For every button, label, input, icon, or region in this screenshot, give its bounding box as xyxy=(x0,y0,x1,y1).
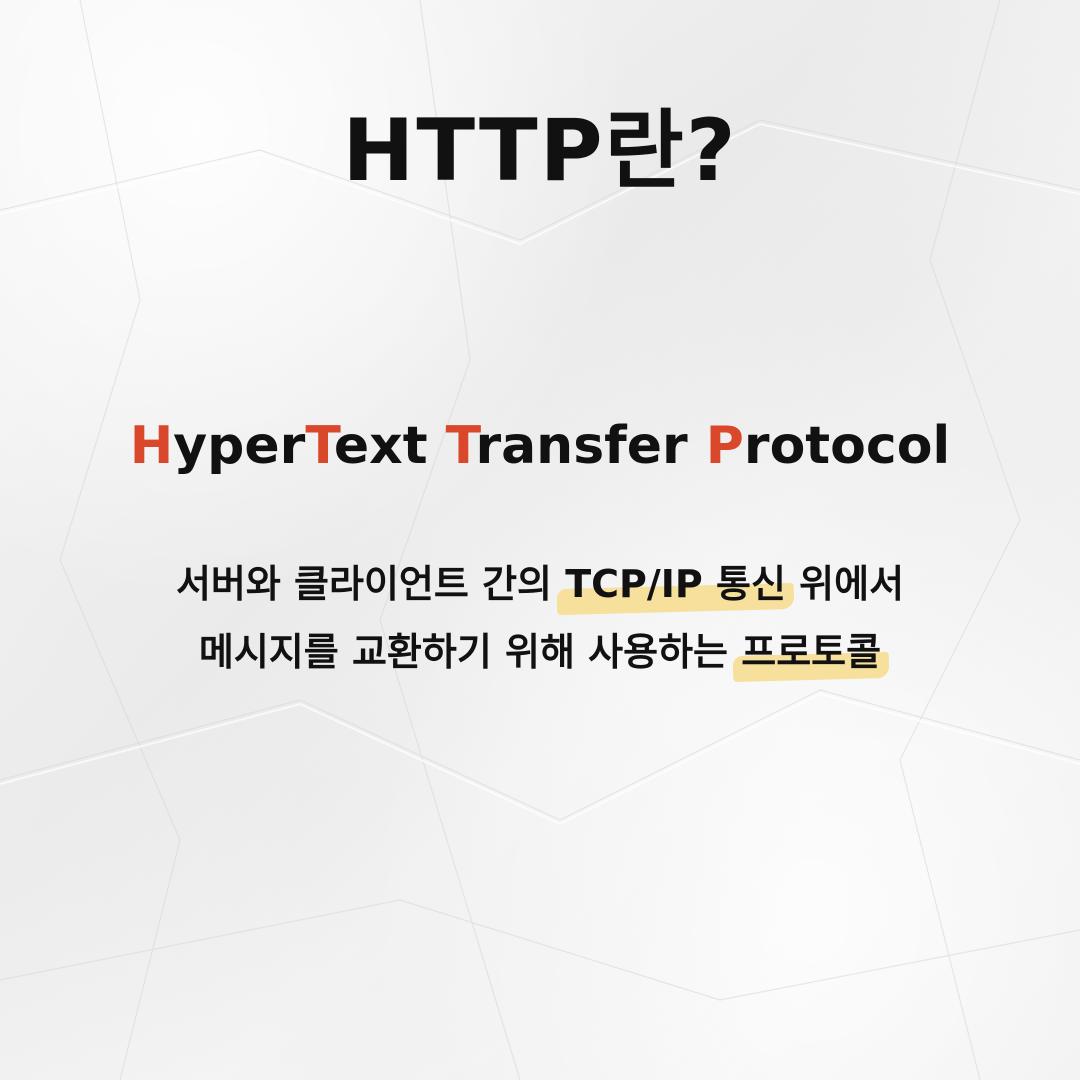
acronym-initial-p: P xyxy=(705,416,744,476)
acronym-rest-rotocol: rotocol xyxy=(743,416,951,476)
acronym-initial-h: H xyxy=(129,416,174,476)
acronym-rest-ransfer: ransfer xyxy=(475,416,688,476)
highlight-tcp-ip: TCP/IP 통신 xyxy=(565,562,786,606)
acronym-rest-hyper: yper xyxy=(173,416,306,476)
acronym-word-hypertext: Hyper xyxy=(130,416,306,476)
description-line-1: 서버와 클라이언트 간의 TCP/IP 통신 위에서 xyxy=(0,562,1080,608)
acronym-rest-ext: ext xyxy=(333,416,428,476)
page-title: HTTP란? xyxy=(342,101,738,201)
slide: HTTP란? HyperText Transfer Protocol 서버와 클… xyxy=(0,0,1080,1080)
acronym-expansion: HyperText Transfer Protocol xyxy=(0,416,1080,476)
description-line-1-post: 위에서 xyxy=(785,562,905,606)
acronym-word-text: Text xyxy=(305,416,427,476)
description-line-2: 메시지를 교환하기 위해 사용하는 프로토콜 xyxy=(0,630,1080,676)
acronym-word-protocol: Protocol xyxy=(706,416,950,476)
acronym-initial-t1: T xyxy=(305,416,334,476)
description-line-1-pre: 서버와 클라이언트 간의 xyxy=(175,562,566,606)
acronym-word-transfer: Transfer xyxy=(446,416,688,476)
highlight-protocol: 프로토콜 xyxy=(741,630,882,674)
acronym-initial-t2: T xyxy=(445,416,476,476)
description-line-2-pre: 메시지를 교환하기 위해 사용하는 xyxy=(198,630,742,674)
